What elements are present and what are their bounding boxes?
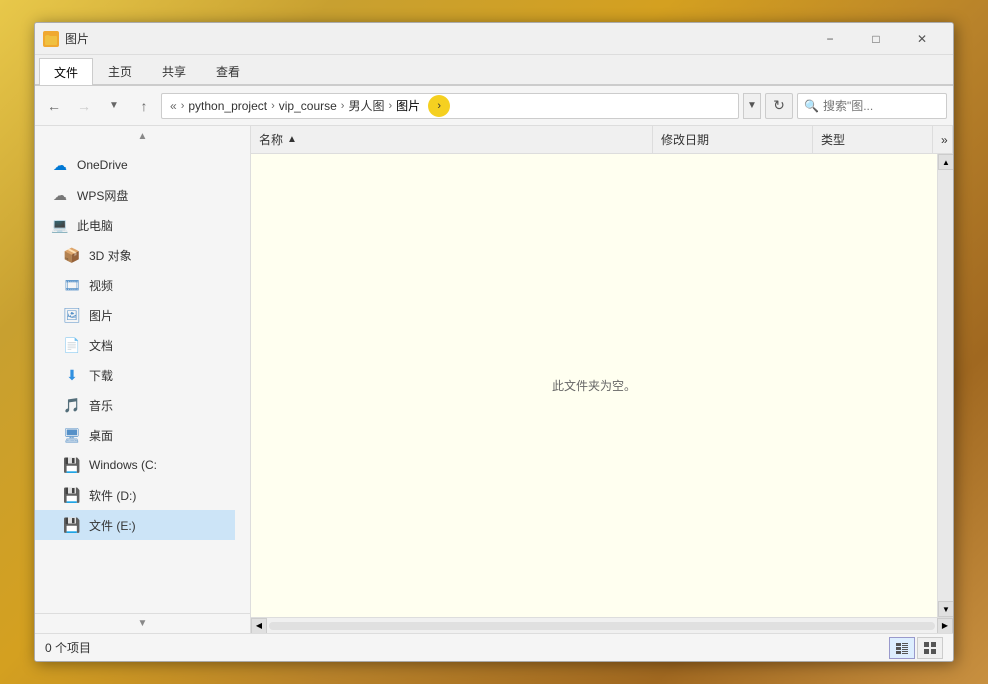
sidebar-label: 此电脑 bbox=[77, 217, 113, 234]
sidebar-label: OneDrive bbox=[77, 158, 128, 172]
sidebar-label: 软件 (D:) bbox=[89, 487, 136, 504]
horiz-scroll-track[interactable] bbox=[269, 622, 935, 630]
sidebar-label: 视频 bbox=[89, 277, 113, 294]
column-name[interactable]: 名称 ▲ bbox=[251, 126, 653, 154]
ribbon-tab-bar: 文件 主页 共享 查看 bbox=[35, 55, 953, 85]
desktop-icon: 🖥 bbox=[63, 426, 81, 444]
drive-c-icon: 💾 bbox=[63, 456, 81, 474]
sidebar-label: 3D 对象 bbox=[89, 247, 132, 264]
ribbon: 文件 主页 共享 查看 bbox=[35, 55, 953, 86]
sidebar: ☁ OneDrive ☁ WPS网盘 💻 此电脑 📦 3D 对象 🎞 bbox=[35, 146, 235, 613]
wps-icon: ☁ bbox=[51, 186, 69, 204]
sidebar-label: WPS网盘 bbox=[77, 187, 128, 204]
title-bar: 图片 − □ ✕ bbox=[35, 23, 953, 55]
empty-folder-message: 此文件夹为空。 bbox=[552, 377, 636, 394]
view-details-button[interactable] bbox=[889, 637, 915, 659]
main-content: ▲ ☁ OneDrive ☁ WPS网盘 💻 此电脑 📦 3D 对象 bbox=[35, 126, 953, 633]
scroll-right-button[interactable]: ▶ bbox=[937, 618, 953, 634]
back-button[interactable]: ← bbox=[41, 93, 67, 119]
sidebar-item-thispc[interactable]: 💻 此电脑 bbox=[35, 210, 235, 240]
status-bar: 0 个项目 bbox=[35, 633, 953, 661]
tab-file[interactable]: 文件 bbox=[39, 58, 93, 85]
search-input[interactable] bbox=[823, 99, 940, 113]
explorer-window: 图片 − □ ✕ 文件 主页 共享 查看 ← → ▼ ↑ bbox=[34, 22, 954, 662]
sidebar-item-pictures[interactable]: 🖼 图片 bbox=[35, 300, 235, 330]
pictures-icon: 🖼 bbox=[63, 306, 81, 324]
column-type[interactable]: 类型 bbox=[813, 126, 933, 154]
file-area-inner: 此文件夹为空。 ▲ ▼ bbox=[251, 154, 953, 617]
sidebar-item-drive-d[interactable]: 💾 软件 (D:) bbox=[35, 480, 235, 510]
sidebar-label: 文件 (E:) bbox=[89, 517, 136, 534]
column-date[interactable]: 修改日期 bbox=[653, 126, 813, 154]
minimize-button[interactable]: − bbox=[807, 23, 853, 55]
window-controls: − □ ✕ bbox=[807, 23, 945, 55]
sidebar-label: 图片 bbox=[89, 307, 113, 324]
item-count: 0 个项目 bbox=[45, 639, 91, 656]
recent-locations-button[interactable]: ▼ bbox=[101, 93, 127, 119]
address-bar: ← → ▼ ↑ « › python_project › vip_course … bbox=[35, 86, 953, 126]
sidebar-label: Windows (C: bbox=[89, 458, 157, 472]
3d-icon: 📦 bbox=[63, 246, 81, 264]
sidebar-label: 文档 bbox=[89, 337, 113, 354]
tab-view[interactable]: 查看 bbox=[201, 58, 255, 84]
sidebar-scroll-down[interactable]: ▼ bbox=[35, 613, 250, 633]
onedrive-icon: ☁ bbox=[51, 156, 69, 174]
address-dropdown-button[interactable]: ▼ bbox=[743, 93, 761, 119]
sidebar-item-documents[interactable]: 📄 文档 bbox=[35, 330, 235, 360]
horizontal-scrollbar[interactable]: ◀ ▶ bbox=[251, 617, 953, 633]
sidebar-scroll-up[interactable]: ▲ bbox=[35, 126, 250, 146]
details-view-icon bbox=[895, 641, 909, 655]
sidebar-item-drive-e[interactable]: 💾 文件 (E:) bbox=[35, 510, 235, 540]
sidebar-item-music[interactable]: 🎵 音乐 bbox=[35, 390, 235, 420]
breadcrumb-item-3[interactable]: 男人图 bbox=[346, 97, 386, 114]
vertical-scrollbar[interactable]: ▲ ▼ bbox=[937, 154, 953, 617]
view-tiles-button[interactable] bbox=[917, 637, 943, 659]
breadcrumb-item-root[interactable]: « bbox=[168, 99, 179, 113]
tab-home[interactable]: 主页 bbox=[93, 58, 147, 84]
breadcrumb-item-1[interactable]: python_project bbox=[186, 99, 269, 113]
sidebar-item-3d[interactable]: 📦 3D 对象 bbox=[35, 240, 235, 270]
drive-e-icon: 💾 bbox=[63, 516, 81, 534]
tiles-view-icon bbox=[923, 641, 937, 655]
sidebar-item-downloads[interactable]: ⬇ 下载 bbox=[35, 360, 235, 390]
close-button[interactable]: ✕ bbox=[899, 23, 945, 55]
scroll-down-button[interactable]: ▼ bbox=[938, 601, 953, 617]
file-list-header: 名称 ▲ 修改日期 类型 » bbox=[251, 126, 953, 154]
sidebar-item-drive-c[interactable]: 💾 Windows (C: bbox=[35, 450, 235, 480]
maximize-button[interactable]: □ bbox=[853, 23, 899, 55]
sidebar-label: 桌面 bbox=[89, 427, 113, 444]
view-buttons bbox=[889, 637, 943, 659]
music-icon: 🎵 bbox=[63, 396, 81, 414]
up-button[interactable]: ↑ bbox=[131, 93, 157, 119]
breadcrumb-highlight: › bbox=[428, 95, 450, 117]
documents-icon: 📄 bbox=[63, 336, 81, 354]
refresh-button[interactable]: ↻ bbox=[765, 93, 793, 119]
breadcrumb-item-2[interactable]: vip_course bbox=[277, 99, 339, 113]
file-area: 名称 ▲ 修改日期 类型 » 此文件夹为空。 ▲ bbox=[251, 126, 953, 633]
tab-share[interactable]: 共享 bbox=[147, 58, 201, 84]
breadcrumb-item-current[interactable]: 图片 bbox=[394, 97, 422, 114]
drive-d-icon: 💾 bbox=[63, 486, 81, 504]
sidebar-item-desktop[interactable]: 🖥 桌面 bbox=[35, 420, 235, 450]
search-icon: 🔍 bbox=[804, 99, 819, 113]
file-list: 此文件夹为空。 bbox=[251, 154, 937, 617]
search-box[interactable]: 🔍 bbox=[797, 93, 947, 119]
sidebar-item-onedrive[interactable]: ☁ OneDrive bbox=[35, 150, 235, 180]
column-more[interactable]: » bbox=[933, 126, 953, 154]
forward-button[interactable]: → bbox=[71, 93, 97, 119]
window-title: 图片 bbox=[65, 30, 89, 47]
sidebar-item-video[interactable]: 🎞 视频 bbox=[35, 270, 235, 300]
sidebar-label: 音乐 bbox=[89, 397, 113, 414]
video-icon: 🎞 bbox=[63, 276, 81, 294]
sidebar-item-wps[interactable]: ☁ WPS网盘 bbox=[35, 180, 235, 210]
title-bar-left: 图片 bbox=[43, 30, 807, 47]
downloads-icon: ⬇ bbox=[63, 366, 81, 384]
window-icon bbox=[43, 31, 59, 47]
sidebar-label: 下载 bbox=[89, 367, 113, 384]
scroll-left-button[interactable]: ◀ bbox=[251, 618, 267, 634]
breadcrumb[interactable]: « › python_project › vip_course › 男人图 › … bbox=[161, 93, 739, 119]
scroll-track[interactable] bbox=[938, 170, 953, 601]
thispc-icon: 💻 bbox=[51, 216, 69, 234]
scroll-up-button[interactable]: ▲ bbox=[938, 154, 953, 170]
